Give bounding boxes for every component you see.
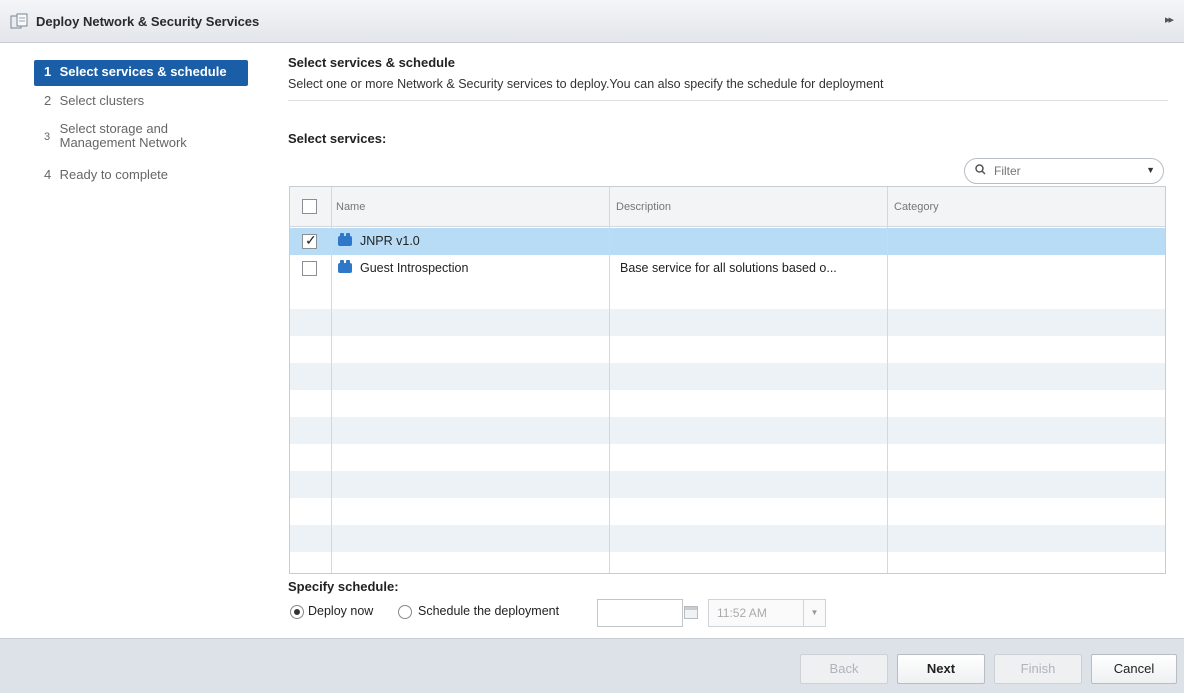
empty-row — [290, 525, 1165, 552]
cancel-button[interactable]: Cancel — [1091, 654, 1177, 684]
date-input[interactable] — [597, 599, 683, 627]
step-number: 1 — [44, 64, 52, 79]
select-all-checkbox[interactable] — [302, 199, 317, 214]
empty-row — [290, 363, 1165, 390]
step-select-storage[interactable]: 3 Select storage and Management Network — [34, 122, 248, 150]
row-checkbox[interactable] — [302, 261, 317, 276]
page-description: Select one or more Network & Security se… — [288, 77, 884, 91]
chevron-down-icon[interactable]: ▼ — [1146, 165, 1155, 175]
checkmark-icon: ✓ — [305, 232, 317, 248]
search-icon — [975, 164, 986, 178]
empty-row — [290, 471, 1165, 498]
service-icon — [338, 259, 352, 273]
step-number: 3 — [44, 131, 51, 143]
step-label: Ready to complete — [59, 167, 169, 182]
column-divider — [609, 187, 610, 573]
row-name: Guest Introspection — [360, 261, 469, 275]
main-panel: Select services & schedule Select one or… — [288, 43, 1168, 638]
calendar-icon[interactable] — [684, 606, 698, 619]
radio-dot — [294, 609, 300, 615]
table-row[interactable]: Guest Introspection Base service for all… — [290, 255, 1165, 282]
deploy-now-radio[interactable] — [290, 605, 304, 619]
column-divider — [331, 187, 332, 573]
time-value: 11:52 AM — [717, 606, 767, 620]
deploy-now-label[interactable]: Deploy now — [308, 604, 373, 618]
step-select-services[interactable]: 1 Select services & schedule — [34, 60, 248, 86]
row-name-cell: Guest Introspection — [338, 255, 468, 282]
chevron-down-icon[interactable]: ▼ — [803, 600, 825, 626]
column-header-description[interactable]: Description — [612, 187, 671, 227]
step-label: Select services & schedule — [59, 64, 227, 79]
filter-input[interactable] — [992, 163, 1132, 179]
step-ready-to-complete[interactable]: 4 Ready to complete — [34, 167, 248, 182]
wizard-footer: Back Next Finish Cancel — [0, 638, 1184, 693]
next-button[interactable]: Next — [897, 654, 985, 684]
page-title: Select services & schedule — [288, 55, 455, 70]
time-select[interactable]: 11:52 AM ▼ — [708, 599, 826, 627]
wizard-steps-nav: 1 Select services & schedule 2 Select cl… — [0, 43, 270, 638]
schedule-deployment-label[interactable]: Schedule the deployment — [418, 604, 559, 618]
column-divider — [887, 187, 888, 573]
row-name-cell: JNPR v1.0 — [338, 228, 420, 255]
filter-box[interactable]: ▼ — [964, 158, 1164, 184]
back-button[interactable]: Back — [800, 654, 888, 684]
table-row[interactable]: ✓ JNPR v1.0 — [290, 228, 1165, 255]
services-table: Name Description Category ✓ JNPR v1.0 Gu… — [289, 186, 1166, 574]
step-label-line1: Select storage and — [59, 121, 169, 136]
empty-row — [290, 417, 1165, 444]
step-number: 2 — [44, 93, 52, 108]
column-header-category[interactable]: Category — [890, 187, 939, 227]
row-checkbox[interactable]: ✓ — [302, 232, 317, 249]
expand-icon[interactable]: ▸▸ — [1165, 13, 1174, 26]
table-header: Name Description Category — [290, 187, 1165, 227]
step-number: 4 — [44, 167, 52, 182]
window-titlebar: Deploy Network & Security Services ▸▸ — [0, 0, 1184, 43]
divider — [288, 100, 1168, 101]
services-label: Select services: — [288, 131, 387, 146]
window-title: Deploy Network & Security Services — [36, 13, 260, 29]
step-label: Select clusters — [59, 93, 145, 108]
step-label-line2: Management Network — [59, 135, 187, 150]
service-icon — [338, 232, 352, 246]
step-select-clusters[interactable]: 2 Select clusters — [34, 93, 248, 108]
schedule-label: Specify schedule: — [288, 579, 399, 594]
wizard-icon — [10, 13, 28, 29]
row-description: Base service for all solutions based o..… — [620, 261, 837, 275]
finish-button[interactable]: Finish — [994, 654, 1082, 684]
row-name: JNPR v1.0 — [360, 234, 420, 248]
empty-row — [290, 309, 1165, 336]
schedule-deployment-radio[interactable] — [398, 605, 412, 619]
column-header-name[interactable]: Name — [332, 187, 365, 227]
